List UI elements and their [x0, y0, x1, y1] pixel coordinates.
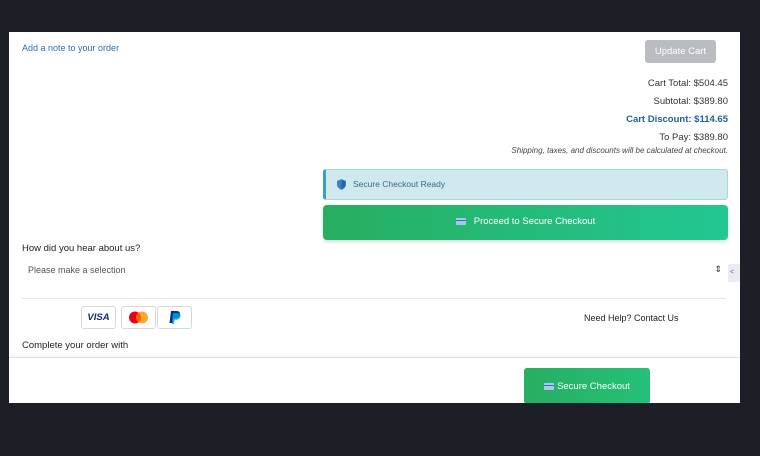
hear-about-us-label: How did you hear about us?	[22, 243, 141, 254]
need-help-link[interactable]: Need Help? Contact Us	[584, 313, 679, 323]
shield-icon	[337, 179, 346, 190]
shipping-note: Shipping, taxes, and discounts will be c…	[511, 146, 728, 155]
proceed-label: Proceed to Secure Checkout	[473, 216, 596, 227]
select-arrow-icon: ⇕	[714, 264, 722, 274]
sticky-checkout-bar: Secure Checkout	[9, 357, 740, 403]
mastercard-icon	[129, 311, 148, 324]
hear-about-us-select[interactable]: Please make a selection ⇕	[22, 260, 726, 282]
update-cart-button[interactable]: Update Cart	[645, 40, 716, 63]
visa-logo: VISA	[81, 306, 116, 329]
ready-text: Secure Checkout Ready	[353, 179, 446, 189]
complete-order-label: Complete your order with	[22, 340, 129, 351]
select-value: Please make a selection	[28, 265, 126, 275]
proceed-to-checkout-button[interactable]: Proceed to Secure Checkout	[323, 205, 728, 240]
divider	[22, 298, 726, 299]
credit-card-icon	[544, 382, 555, 390]
cart-totals: Cart Total: $504.45 Subtotal: $389.80 Ca…	[626, 75, 728, 147]
cart-total: Cart Total: $504.45	[647, 78, 728, 89]
secure-checkout-label: Secure Checkout	[557, 381, 630, 392]
to-pay: To Pay: $389.80	[659, 132, 728, 143]
credit-card-icon	[455, 217, 466, 225]
mastercard-logo	[121, 306, 156, 329]
secure-checkout-ready-notice: Secure Checkout Ready	[323, 169, 728, 200]
select-edge-handle[interactable]: <	[728, 264, 740, 282]
cart-page: Add a note to your order Update Cart Car…	[9, 32, 740, 403]
paypal-icon	[169, 311, 181, 324]
secure-checkout-button[interactable]: Secure Checkout	[524, 368, 650, 403]
visa-text: VISA	[87, 312, 110, 323]
subtotal: Subtotal: $389.80	[653, 96, 728, 107]
paypal-logo	[157, 306, 192, 329]
cart-discount: Cart Discount: $114.65	[626, 114, 728, 125]
add-note-link[interactable]: Add a note to your order	[22, 43, 119, 53]
